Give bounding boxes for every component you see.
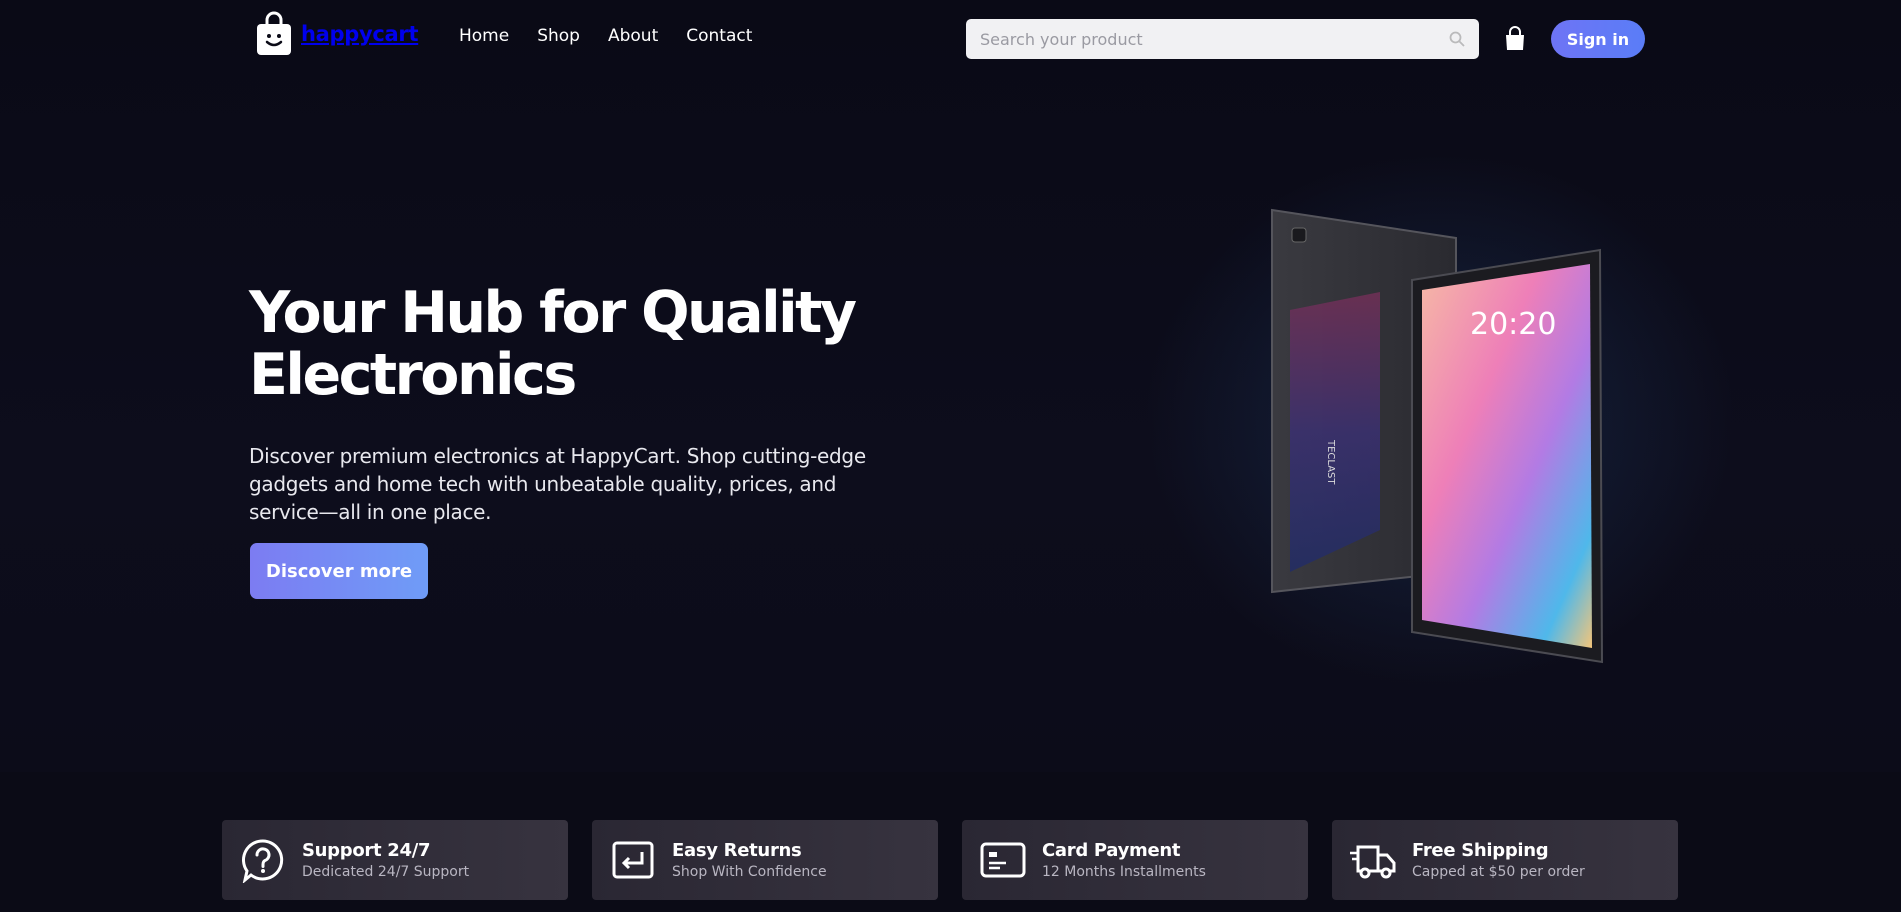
feature-card-support: Support 24/7 Dedicated 24/7 Support: [222, 820, 568, 900]
feature-title: Card Payment: [1042, 840, 1181, 861]
search-bar: [966, 19, 1479, 59]
logo[interactable]: happycart: [255, 11, 419, 57]
tablet-clock-text: 20:20: [1470, 307, 1556, 342]
return-icon: [612, 841, 654, 879]
feature-title: Free Shipping: [1412, 840, 1549, 861]
cart-icon[interactable]: [1503, 26, 1527, 52]
question-icon: [242, 839, 284, 883]
feature-subtitle: Shop With Confidence: [672, 864, 827, 880]
nav-item-shop[interactable]: Shop: [537, 26, 580, 46]
hero-description: Discover premium electronics at HappyCar…: [249, 444, 866, 524]
main-nav: Home Shop About Contact: [459, 26, 752, 46]
feature-card-shipping: Free Shipping Capped at $50 per order: [1332, 820, 1678, 900]
hero-title: Your Hub for Quality Electronics: [249, 280, 857, 408]
sign-in-button[interactable]: Sign in: [1551, 20, 1645, 58]
search-input[interactable]: [980, 29, 1449, 49]
feature-card-returns: Easy Returns Shop With Confidence: [592, 820, 938, 900]
nav-item-home[interactable]: Home: [459, 26, 509, 46]
feature-subtitle: Dedicated 24/7 Support: [302, 864, 470, 880]
tablet-product-image: TECLAST 20:20: [1271, 208, 1604, 664]
feature-title: Easy Returns: [672, 840, 802, 861]
truck-icon: [1350, 845, 1396, 879]
feature-subtitle: Capped at $50 per order: [1412, 864, 1585, 880]
nav-item-about[interactable]: About: [608, 26, 658, 46]
brand-name: happycart: [301, 22, 419, 46]
feature-card-payment: Card Payment 12 Months Installments: [962, 820, 1308, 900]
svg-text:TECLAST: TECLAST: [1325, 439, 1336, 485]
nav-item-contact[interactable]: Contact: [686, 26, 752, 46]
credit-card-icon: [980, 842, 1026, 878]
search-icon[interactable]: [1449, 31, 1465, 47]
discover-more-button[interactable]: Discover more: [250, 543, 428, 599]
site-header: happycart Home Shop About Contact Sign i…: [0, 0, 1901, 78]
shopping-bag-logo-icon: [257, 11, 291, 55]
feature-subtitle: 12 Months Installments: [1042, 864, 1206, 880]
feature-title: Support 24/7: [302, 840, 431, 861]
